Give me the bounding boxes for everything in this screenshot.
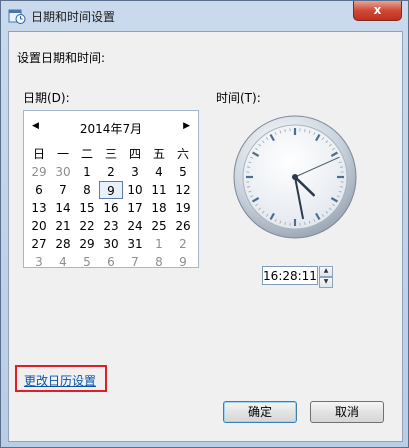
- calendar[interactable]: ◀ 2014年7月 ▶ 日 一 二 三 四 五 六 29 30 1 2 3 4 …: [23, 110, 199, 271]
- calendar-day[interactable]: 24: [123, 217, 147, 235]
- calendar-month-title[interactable]: 2014年7月: [24, 120, 198, 137]
- date-time-dialog: 日期和时间设置 x 设置日期和时间: 日期(D): 时间(T): ◀ 2014年…: [0, 0, 409, 448]
- calendar-day[interactable]: 29: [27, 163, 51, 181]
- calendar-day[interactable]: 30: [51, 163, 75, 181]
- highlight-annotation-box: [15, 365, 107, 392]
- weekday-header: 二: [80, 147, 93, 161]
- calendar-day[interactable]: 7: [123, 253, 147, 271]
- calendar-day[interactable]: 27: [27, 235, 51, 253]
- window-title: 日期和时间设置: [31, 10, 116, 24]
- calendar-day[interactable]: 18: [147, 199, 171, 217]
- weekday-header: 五: [152, 147, 165, 161]
- close-button[interactable]: x: [353, 1, 402, 21]
- calendar-day[interactable]: 1: [75, 163, 99, 181]
- calendar-grid: 日 一 二 三 四 五 六 29 30 1 2 3 4 5 6 7 8 9 10…: [27, 145, 195, 271]
- calendar-week-row: 27 28 29 30 31 1 2: [27, 235, 195, 253]
- calendar-day[interactable]: 28: [51, 235, 75, 253]
- calendar-day[interactable]: 3: [27, 253, 51, 271]
- calendar-day[interactable]: 6: [27, 181, 51, 199]
- calendar-day[interactable]: 21: [51, 217, 75, 235]
- calendar-day[interactable]: 13: [27, 199, 51, 217]
- calendar-day[interactable]: 31: [123, 235, 147, 253]
- calendar-day[interactable]: 10: [123, 181, 147, 199]
- ok-button[interactable]: 确定: [223, 401, 297, 423]
- calendar-day[interactable]: 2: [171, 235, 195, 253]
- calendar-day[interactable]: 1: [147, 235, 171, 253]
- time-spinner[interactable]: ▲ ▼: [319, 266, 333, 288]
- calendar-day[interactable]: 22: [75, 217, 99, 235]
- calendar-day[interactable]: 25: [147, 217, 171, 235]
- calendar-day[interactable]: 5: [75, 253, 99, 271]
- calendar-day[interactable]: 14: [51, 199, 75, 217]
- calendar-day[interactable]: 23: [99, 217, 123, 235]
- calendar-day[interactable]: 9: [171, 253, 195, 271]
- analog-clock: [233, 115, 357, 239]
- time-label: 时间(T):: [216, 91, 261, 105]
- calendar-day[interactable]: 30: [99, 235, 123, 253]
- calendar-day[interactable]: 7: [51, 181, 75, 199]
- weekday-header: 一: [56, 147, 69, 161]
- calendar-day[interactable]: 19: [171, 199, 195, 217]
- calendar-day[interactable]: 2: [99, 163, 123, 181]
- calendar-week-row: 29 30 1 2 3 4 5: [27, 163, 195, 181]
- calendar-day[interactable]: 29: [75, 235, 99, 253]
- calendar-day[interactable]: 3: [123, 163, 147, 181]
- calendar-clock-icon: [8, 9, 26, 24]
- calendar-day[interactable]: 11: [147, 181, 171, 199]
- calendar-week-row: 3 4 5 6 7 8 9: [27, 253, 195, 271]
- calendar-week-row: 13 14 15 16 17 18 19: [27, 199, 195, 217]
- calendar-day[interactable]: 4: [147, 163, 171, 181]
- calendar-day[interactable]: 15: [75, 199, 99, 217]
- spin-up-icon[interactable]: ▲: [319, 266, 333, 277]
- calendar-day[interactable]: 4: [51, 253, 75, 271]
- cancel-button[interactable]: 取消: [310, 401, 384, 423]
- weekday-header-row: 日 一 二 三 四 五 六: [27, 145, 195, 163]
- calendar-week-row: 20 21 22 23 24 25 26: [27, 217, 195, 235]
- calendar-day[interactable]: 17: [123, 199, 147, 217]
- clock-center-pin: [292, 174, 298, 180]
- calendar-day[interactable]: 16: [99, 199, 123, 217]
- calendar-week-row: 6 7 8 9 10 11 12: [27, 181, 195, 199]
- weekday-header: 三: [104, 147, 117, 161]
- weekday-header: 日: [32, 147, 45, 161]
- dialog-body: 设置日期和时间: 日期(D): 时间(T): ◀ 2014年7月 ▶ 日 一 二…: [8, 31, 403, 442]
- weekday-header: 六: [176, 147, 189, 161]
- calendar-day[interactable]: 8: [75, 181, 99, 199]
- time-input[interactable]: 16:28:11: [262, 266, 318, 285]
- spin-down-icon[interactable]: ▼: [319, 277, 333, 288]
- weekday-header: 四: [128, 147, 141, 161]
- next-month-button[interactable]: ▶: [183, 121, 190, 131]
- calendar-day[interactable]: 26: [171, 217, 195, 235]
- calendar-day-selected[interactable]: 9: [99, 181, 123, 199]
- date-label: 日期(D):: [23, 91, 70, 105]
- heading-label: 设置日期和时间:: [17, 51, 106, 65]
- calendar-day[interactable]: 20: [27, 217, 51, 235]
- calendar-day[interactable]: 6: [99, 253, 123, 271]
- calendar-day[interactable]: 5: [171, 163, 195, 181]
- calendar-day[interactable]: 12: [171, 181, 195, 199]
- calendar-day[interactable]: 8: [147, 253, 171, 271]
- title-bar[interactable]: 日期和时间设置 x: [1, 1, 408, 31]
